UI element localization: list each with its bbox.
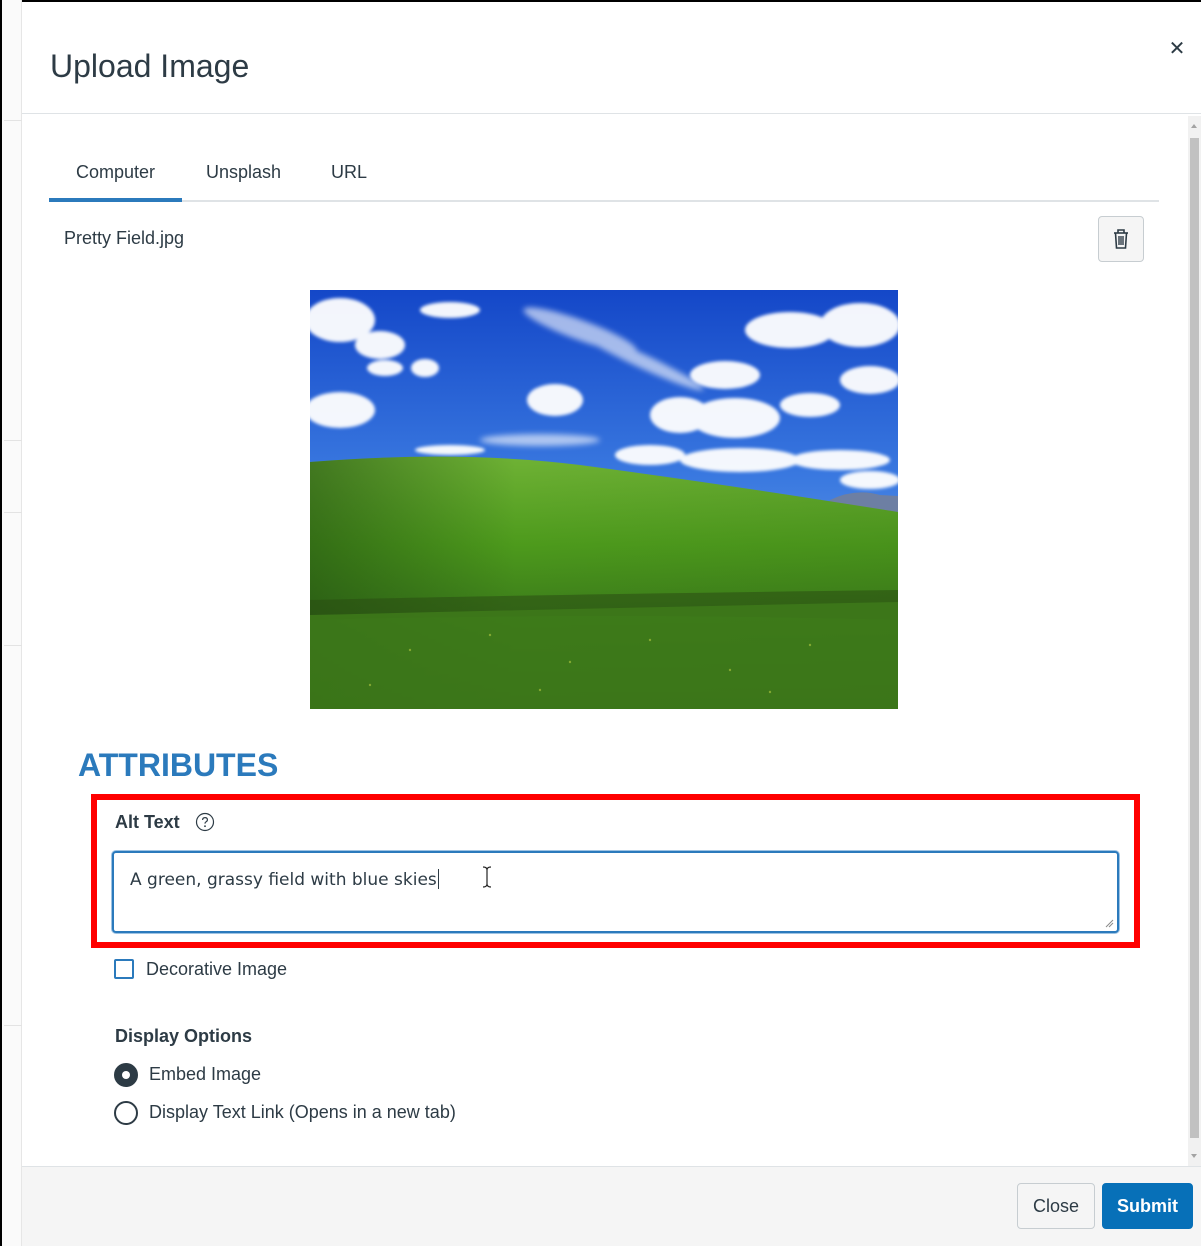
alt-text-value: A green, grassy field with blue skies: [130, 870, 437, 890]
background-divider: [4, 645, 22, 646]
close-icon[interactable]: ✕: [1166, 36, 1188, 64]
scroll-down-arrow-icon[interactable]: [1191, 1154, 1197, 1158]
scroll-up-arrow-icon[interactable]: [1191, 124, 1197, 128]
resize-grip-icon[interactable]: [1104, 918, 1114, 928]
decorative-image-checkbox[interactable]: [114, 959, 134, 979]
tab-computer[interactable]: Computer: [49, 156, 182, 202]
ibeam-cursor-icon: [482, 866, 492, 888]
file-name: Pretty Field.jpg: [64, 228, 185, 248]
close-button[interactable]: Close: [1017, 1183, 1095, 1229]
background-divider: [4, 1025, 22, 1026]
text-caret: [437, 869, 439, 889]
alt-text-input[interactable]: A green, grassy field with blue skies: [112, 851, 1119, 933]
help-icon[interactable]: [195, 812, 215, 832]
background-page-strip: [2, 0, 22, 1246]
background-divider: [4, 440, 22, 441]
embed-image-label: Embed Image: [149, 1064, 262, 1084]
submit-button[interactable]: Submit: [1102, 1183, 1193, 1229]
source-tabs: Computer Unsplash URL: [49, 156, 1159, 202]
display-options-heading: Display Options: [115, 1026, 253, 1046]
embed-image-radio[interactable]: [114, 1063, 138, 1087]
field-landscape-image: [310, 290, 898, 709]
display-text-link-label: Display Text Link (Opens in a new tab): [149, 1102, 456, 1122]
tab-url[interactable]: URL: [331, 156, 391, 202]
background-divider: [4, 120, 22, 121]
background-divider: [4, 512, 22, 513]
tab-unsplash[interactable]: Unsplash: [206, 156, 306, 202]
image-preview: [310, 290, 898, 709]
dialog-footer: Close Submit: [22, 1166, 1201, 1246]
display-text-link-radio[interactable]: [114, 1101, 138, 1125]
decorative-image-label: Decorative Image: [146, 959, 288, 979]
dialog-title: Upload Image: [50, 48, 250, 84]
alt-text-label: Alt Text: [115, 812, 180, 832]
delete-file-button[interactable]: [1098, 216, 1144, 262]
scrollbar-thumb[interactable]: [1190, 138, 1199, 1138]
upload-image-dialog: Upload Image ✕ Computer Unsplash URL Pre…: [22, 16, 1201, 1246]
attributes-heading: ATTRIBUTES: [78, 747, 279, 783]
dialog-scrollbar[interactable]: [1188, 116, 1201, 1166]
trash-icon: [1114, 229, 1128, 249]
dialog-header: Upload Image ✕: [22, 16, 1201, 114]
